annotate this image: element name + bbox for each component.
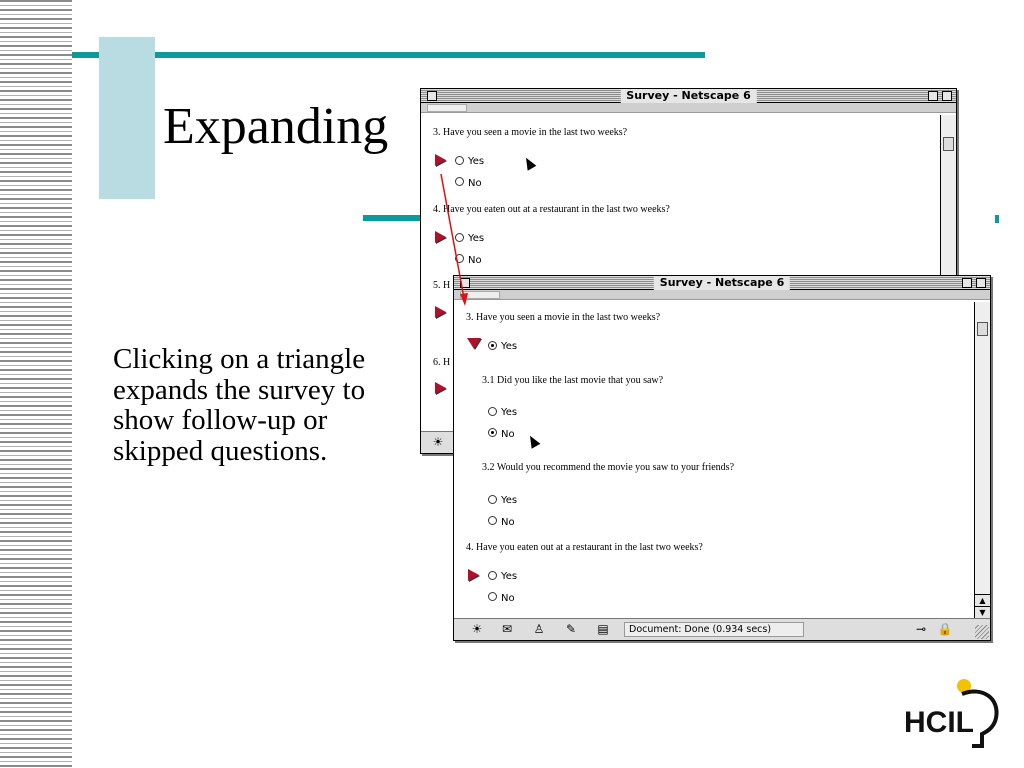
radio-yes-label: Yes: [501, 495, 518, 506]
zoom-box-icon[interactable]: [928, 91, 938, 101]
collapse-triangle-icon[interactable]: [467, 338, 481, 349]
scroll-thumb[interactable]: [943, 137, 954, 151]
radio-no[interactable]: [488, 592, 497, 601]
question-4: 4. Have you eaten out at a restaurant in…: [466, 542, 703, 553]
radio-yes-selected[interactable]: [488, 341, 497, 350]
survey-window-front[interactable]: Survey - Netscape 6 3. Have you seen a m…: [453, 275, 991, 641]
window-title: Survey - Netscape 6: [653, 276, 791, 290]
people-icon[interactable]: ♙: [530, 622, 548, 637]
network-icon[interactable]: ☀: [429, 435, 447, 450]
radio-yes[interactable]: [455, 156, 464, 165]
radio-no[interactable]: [488, 516, 497, 525]
collapse-box-icon[interactable]: [976, 278, 986, 288]
accent-tick: [995, 215, 999, 223]
zoom-box-icon[interactable]: [962, 278, 972, 288]
window-title: Survey - Netscape 6: [620, 89, 757, 103]
toolbar-tab[interactable]: [427, 104, 467, 112]
question-4: 4. Have you eaten out at a restaurant in…: [433, 204, 670, 215]
close-box-icon[interactable]: [460, 278, 470, 288]
expand-triangle-icon[interactable]: [468, 569, 479, 581]
left-stripes-decoration: [0, 0, 72, 768]
radio-no[interactable]: [455, 177, 464, 186]
accent-block: [99, 37, 155, 199]
radio-no-label: No: [501, 517, 515, 528]
expand-triangle-icon[interactable]: [435, 306, 446, 318]
slide-body-text: Clicking on a triangle expands the surve…: [113, 343, 366, 467]
radio-no-label: No: [468, 255, 482, 266]
expand-triangle-icon[interactable]: [435, 231, 446, 243]
security-lock-icon[interactable]: 🔒: [936, 622, 954, 637]
scroll-up-arrow-icon[interactable]: ▲: [975, 594, 990, 606]
question-6: 6. H: [433, 357, 451, 368]
top-accent-bar: [72, 52, 705, 58]
address-book-icon[interactable]: ▤: [594, 622, 612, 637]
close-box-icon[interactable]: [427, 91, 437, 101]
radio-yes-label: Yes: [468, 233, 485, 244]
radio-no[interactable]: [455, 254, 464, 263]
navigator-icon[interactable]: ☀: [468, 622, 486, 637]
radio-yes[interactable]: [455, 233, 464, 242]
network-icon: ⊸: [915, 622, 927, 636]
resize-grip[interactable]: [975, 625, 989, 639]
question-3-2: 3.2 Would you recommend the movie you sa…: [482, 462, 735, 473]
slide-title: Expanding: [163, 98, 389, 155]
radio-no-label: No: [468, 178, 482, 189]
radio-yes[interactable]: [488, 407, 497, 416]
question-3-1: 3.1 Did you like the last movie that you…: [482, 375, 664, 386]
radio-yes[interactable]: [488, 495, 497, 504]
question-5: 5. H: [433, 280, 451, 291]
toolbar-strip: [454, 290, 990, 300]
radio-yes-label: Yes: [468, 156, 485, 167]
radio-yes-label: Yes: [501, 407, 518, 418]
composer-icon[interactable]: ✎: [562, 622, 580, 637]
radio-no-selected[interactable]: [488, 428, 497, 437]
svg-text:HCIL: HCIL: [904, 706, 974, 739]
radio-no-label: No: [501, 593, 515, 604]
question-3: 3. Have you seen a movie in the last two…: [433, 127, 628, 138]
collapse-box-icon[interactable]: [942, 91, 952, 101]
toolbar-tab[interactable]: [460, 291, 500, 299]
expand-triangle-icon[interactable]: [435, 382, 446, 394]
radio-no-label: No: [501, 429, 515, 440]
window-title-bar[interactable]: Survey - Netscape 6: [454, 276, 990, 290]
expand-triangle-icon[interactable]: [435, 154, 446, 166]
hcil-logo: HCIL: [904, 679, 999, 748]
mid-accent-bar: [363, 215, 423, 221]
radio-yes-label: Yes: [501, 571, 518, 582]
status-text: Document: Done (0.934 secs): [624, 622, 804, 637]
radio-yes-label: Yes: [501, 341, 518, 352]
scroll-down-arrow-icon[interactable]: ▼: [975, 606, 990, 618]
window-title-bar[interactable]: Survey - Netscape 6: [421, 89, 956, 103]
survey-content: 3. Have you seen a movie in the last two…: [454, 302, 974, 618]
mail-icon[interactable]: ✉: [498, 622, 516, 637]
scroll-thumb[interactable]: [977, 322, 988, 336]
toolbar-strip: [421, 103, 956, 113]
vertical-scrollbar[interactable]: ▲ ▼: [974, 302, 990, 618]
status-bar: ☀ ✉ ♙ ✎ ▤ Document: Done (0.934 secs) ⊸ …: [454, 618, 990, 640]
question-3: 3. Have you seen a movie in the last two…: [466, 312, 661, 323]
radio-yes[interactable]: [488, 571, 497, 580]
